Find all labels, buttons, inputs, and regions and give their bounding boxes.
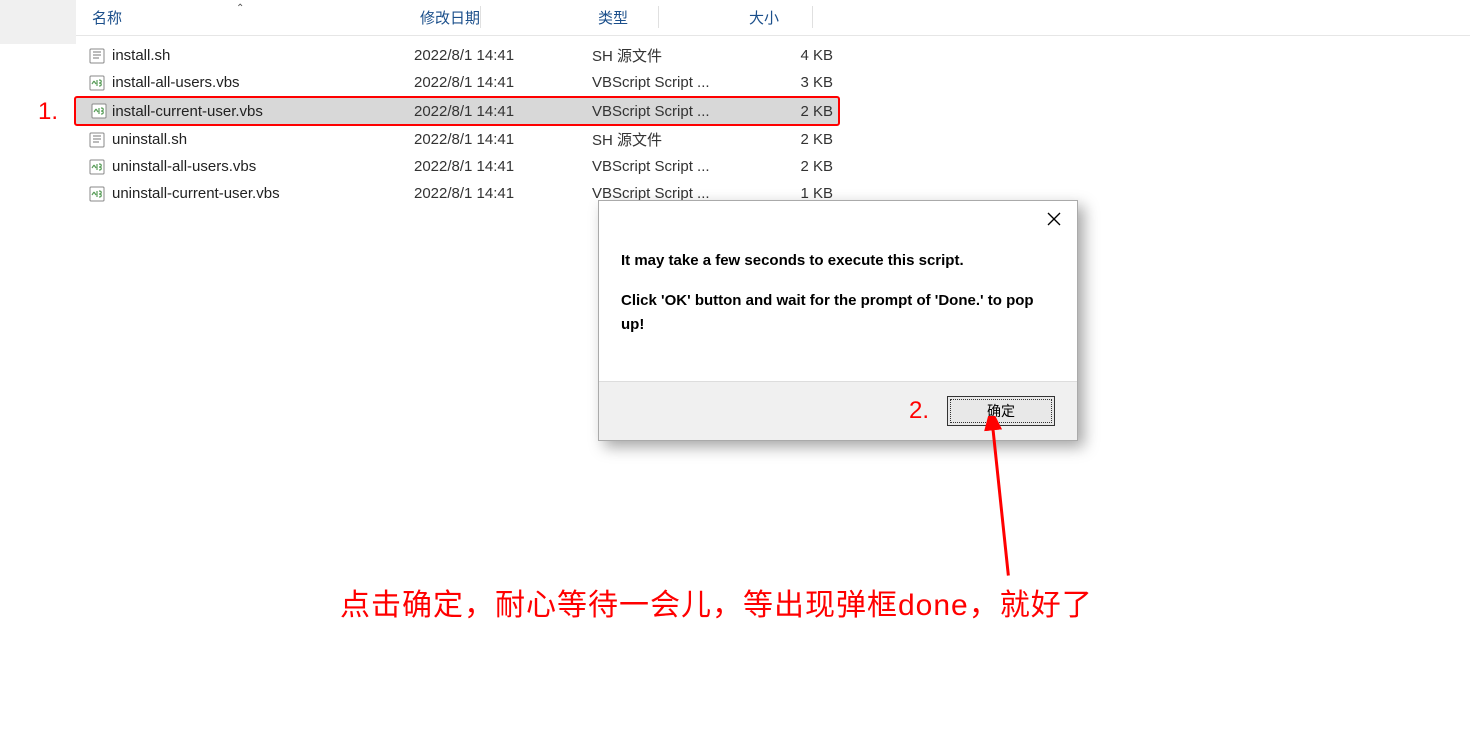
column-header-size[interactable]: 大小 [743,7,843,28]
sh-file-icon [89,48,105,64]
column-header-date[interactable]: 修改日期 [414,7,584,28]
vbs-file-icon [89,186,105,202]
file-icon [88,131,106,149]
file-date: 2022/8/1 14:41 [414,185,514,202]
column-header-type[interactable]: 类型 [592,7,742,28]
file-list-header: 名称 ⌃ 修改日期 类型 大小 [76,0,1470,36]
file-date: 2022/8/1 14:41 [414,158,514,175]
file-type: VBScript Script ... [592,158,710,175]
file-date: 2022/8/1 14:41 [414,47,514,64]
file-size: 2 KB [743,103,833,120]
file-icon [88,47,106,65]
sh-file-icon [89,132,105,148]
annotation-step-1: 1. [38,98,58,126]
file-date: 2022/8/1 14:41 [414,131,514,148]
file-row[interactable]: uninstall.sh 2022/8/1 14:41 SH 源文件 2 KB [76,126,1470,153]
dialog-titlebar[interactable] [599,201,1077,237]
column-header-name-label: 名称 [92,7,122,28]
vbs-file-icon [89,75,105,91]
file-size: 3 KB [743,74,833,91]
file-type: SH 源文件 [592,45,662,66]
dialog-body: It may take a few seconds to execute thi… [599,237,1077,381]
file-icon [88,158,106,176]
file-size: 2 KB [743,131,833,148]
file-icon [90,102,108,120]
dialog-message-2: Click 'OK' button and wait for the promp… [621,289,1055,337]
file-type: SH 源文件 [592,129,662,150]
vbs-file-icon [91,103,107,119]
file-name: uninstall.sh [112,131,187,148]
file-name: uninstall-all-users.vbs [112,158,256,175]
annotation-step-2: 2. [909,397,929,425]
file-list: install.sh2022/8/1 14:41SH 源文件4 KBinstal… [76,42,1470,207]
file-type: VBScript Script ... [592,103,710,120]
file-date: 2022/8/1 14:41 [414,103,514,120]
dialog-message-1: It may take a few seconds to execute thi… [621,249,1055,273]
file-row[interactable]: install.sh 2022/8/1 14:41 SH 源文件 4 KB [76,42,1470,69]
file-icon [88,74,106,92]
confirmation-dialog: It may take a few seconds to execute thi… [598,200,1078,441]
sort-indicator-icon: ⌃ [236,3,244,14]
file-name: install-current-user.vbs [112,103,263,120]
file-date: 2022/8/1 14:41 [414,74,514,91]
sidebar-placeholder [0,0,76,44]
file-name: install-all-users.vbs [112,74,240,91]
file-row[interactable]: install-all-users.vbs 2022/8/1 14:41 VBScr… [76,69,1470,96]
file-row[interactable]: uninstall-all-users.vbs 2022/8/1 14:41 VBS… [76,153,1470,180]
dialog-close-button[interactable] [1031,203,1077,235]
file-size: 2 KB [743,158,833,175]
file-size: 4 KB [743,47,833,64]
file-type: VBScript Script ... [592,74,710,91]
file-icon [88,185,106,203]
column-header-name[interactable]: 名称 ⌃ [86,7,406,28]
annotation-instruction: 点击确定，耐心等待一会儿，等出现弹框done，就好了 [340,580,1093,624]
vbs-file-icon [89,159,105,175]
file-name: uninstall-current-user.vbs [112,185,280,202]
file-row[interactable]: install-current-user.vbs 2022/8/1 14:41 VB… [74,96,840,126]
file-name: install.sh [112,47,170,64]
annotation-arrow-icon [970,416,1050,586]
close-icon [1047,212,1061,226]
